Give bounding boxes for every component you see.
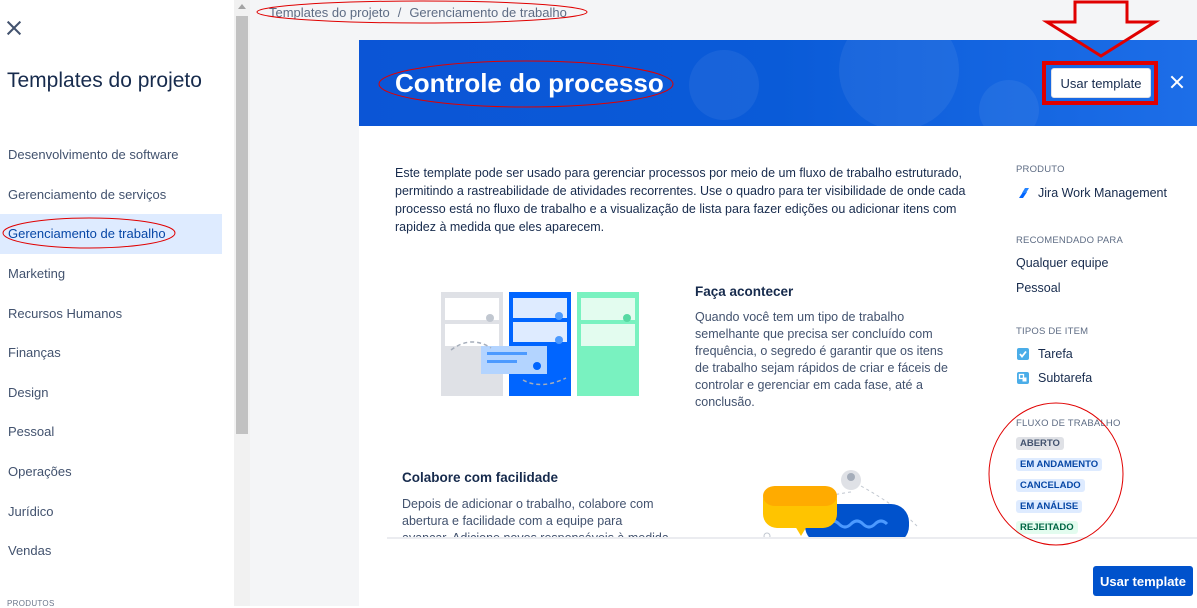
sidebar: Templates do projeto Desenvolvimento de … — [0, 0, 234, 608]
modal-close-icon[interactable] — [1169, 74, 1185, 90]
sidebar-scrollbar[interactable] — [234, 0, 250, 606]
subtask-icon — [1017, 372, 1029, 384]
sidebar-section-label: PRODUTOS — [7, 599, 55, 608]
template-description: Este template pode ser usado para gerenc… — [395, 166, 966, 234]
workflow-label: FLUXO DE TRABALHO — [1016, 418, 1121, 429]
board-illustration — [441, 292, 639, 396]
sidebar-title: Templates do projeto — [7, 69, 202, 92]
breadcrumb-parent-link[interactable]: Templates do projeto — [269, 5, 390, 20]
task-checkbox-icon — [1017, 348, 1029, 360]
sidebar-item-personal[interactable]: Pessoal — [0, 412, 222, 452]
workflow-status-lozenge: CANCELADO — [1016, 479, 1085, 492]
item-type-label: Subtarefa — [1038, 371, 1093, 385]
hero-decoration-circle — [689, 50, 759, 120]
scrollbar-thumb[interactable] — [236, 16, 248, 434]
sidebar-item-hr[interactable]: Recursos Humanos — [0, 293, 222, 333]
sidebar-item-software[interactable]: Desenvolvimento de software — [0, 135, 222, 175]
recommended-item: Pessoal — [1016, 281, 1061, 295]
recommended-item: Qualquer equipe — [1016, 256, 1109, 270]
product-name: Jira Work Management — [1038, 186, 1167, 200]
item-type-task: Tarefa — [1016, 347, 1073, 361]
workflow-status-lozenge: EM ANDAMENTO — [1016, 458, 1103, 471]
modal-title: Controle do processo — [395, 68, 664, 98]
workflow-status-lozenge: REJEITADO — [1016, 521, 1078, 534]
workflow-status-lozenge: EM ANÁLISE — [1016, 500, 1083, 513]
item-type-label: Tarefa — [1038, 347, 1073, 361]
jira-logo-icon — [1019, 188, 1029, 198]
sidebar-item-services[interactable]: Gerenciamento de serviços — [0, 175, 222, 215]
feature-text-2: Depois de adicionar o trabalho, colabore… — [402, 497, 669, 538]
feature-title-1: Faça acontecer — [695, 284, 794, 299]
use-template-button-top[interactable]: Usar template — [1051, 68, 1151, 98]
close-icon[interactable] — [5, 19, 23, 37]
sidebar-item-design[interactable]: Design — [0, 373, 222, 413]
collaboration-illustration — [763, 470, 918, 538]
sidebar-category-list: Desenvolvimento de software Gerenciament… — [0, 135, 222, 571]
sidebar-item-operations[interactable]: Operações — [0, 452, 222, 492]
sidebar-item-legal[interactable]: Jurídico — [0, 491, 222, 531]
breadcrumb-current: Gerenciamento de trabalho — [409, 5, 567, 20]
use-template-button-bottom[interactable]: Usar template — [1093, 566, 1193, 596]
breadcrumb-separator: / — [397, 5, 402, 20]
sidebar-item-finance[interactable]: Finanças — [0, 333, 222, 373]
recommended-label: RECOMENDADO PARA — [1016, 235, 1124, 246]
item-type-subtask: Subtarefa — [1016, 371, 1092, 385]
product-value: Jira Work Management — [1016, 186, 1167, 200]
sidebar-item-sales[interactable]: Vendas — [0, 531, 222, 571]
breadcrumb: Templates do projeto / Gerenciamento de tr… — [269, 5, 567, 20]
content-divider — [387, 537, 1197, 539]
workflow-status-lozenge: ABERTO — [1016, 437, 1064, 450]
template-modal: Controle do processo Usar template Este … — [359, 40, 1197, 606]
feature-text-1: Quando você tem um tipo de trabalho seme… — [695, 310, 948, 409]
feature-title-2: Colabore com facilidade — [402, 470, 559, 485]
hero-decoration-circle — [839, 40, 959, 126]
product-label: PRODUTO — [1016, 164, 1065, 175]
scroll-up-arrow-icon[interactable] — [238, 4, 246, 9]
modal-hero-banner: Controle do processo Usar template — [359, 40, 1197, 126]
item-types-label: TIPOS DE ITEM — [1016, 326, 1089, 337]
sidebar-item-work-management[interactable]: Gerenciamento de trabalho — [0, 214, 222, 254]
hero-decoration-circle — [979, 80, 1039, 126]
sidebar-item-marketing[interactable]: Marketing — [0, 254, 222, 294]
